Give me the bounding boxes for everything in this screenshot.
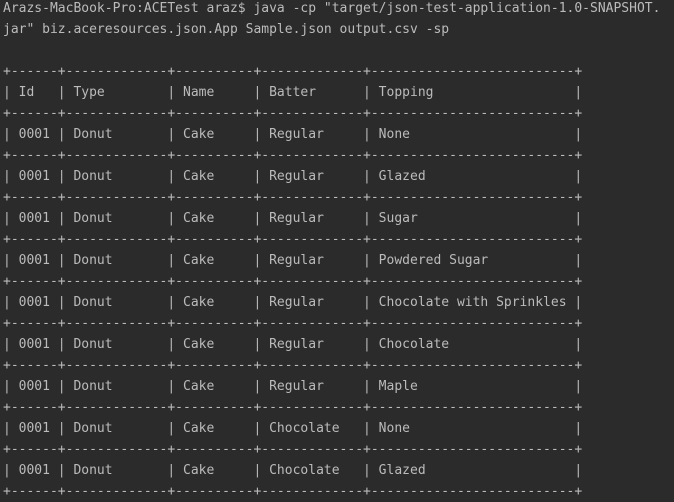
table-row: | 0001 | Donut | Cake | Regular | Glazed… xyxy=(3,169,583,184)
table-row: | 0001 | Donut | Cake | Regular | Sugar … xyxy=(3,211,583,226)
table-row: | 0001 | Donut | Cake | Chocolate | None… xyxy=(3,421,583,436)
command-line-2: jar" biz.aceresources.json.App Sample.js… xyxy=(3,22,450,37)
table-border-top: +------+-------------+----------+-------… xyxy=(3,64,583,79)
command-line-1: Arazs-MacBook-Pro:ACETest araz$ java -cp… xyxy=(3,1,661,16)
table-row: | 0001 | Donut | Cake | Regular | Chocol… xyxy=(3,295,583,310)
table-border: +------+-------------+----------+-------… xyxy=(3,232,583,247)
table-border: +------+-------------+----------+-------… xyxy=(3,400,583,415)
table-border: +------+-------------+----------+-------… xyxy=(3,190,583,205)
table-row: | 0001 | Donut | Cake | Regular | Powder… xyxy=(3,253,583,268)
table-border: +------+-------------+----------+-------… xyxy=(3,106,583,121)
table-border: +------+-------------+----------+-------… xyxy=(3,358,583,373)
table-border: +------+-------------+----------+-------… xyxy=(3,316,583,331)
table-header: | Id | Type | Name | Batter | Topping | xyxy=(3,85,583,100)
table-border: +------+-------------+----------+-------… xyxy=(3,442,583,457)
table-row: | 0001 | Donut | Cake | Chocolate | Glaz… xyxy=(3,463,583,478)
table-border: +------+-------------+----------+-------… xyxy=(3,274,583,289)
table-row: | 0001 | Donut | Cake | Regular | None | xyxy=(3,127,583,142)
table-border: +------+-------------+----------+-------… xyxy=(3,148,583,163)
table-row: | 0001 | Donut | Cake | Regular | Chocol… xyxy=(3,337,583,352)
table-row: | 0001 | Donut | Cake | Regular | Maple … xyxy=(3,379,583,394)
table-border: +------+-------------+----------+-------… xyxy=(3,484,583,499)
terminal-window[interactable]: Arazs-MacBook-Pro:ACETest araz$ java -cp… xyxy=(0,0,674,502)
